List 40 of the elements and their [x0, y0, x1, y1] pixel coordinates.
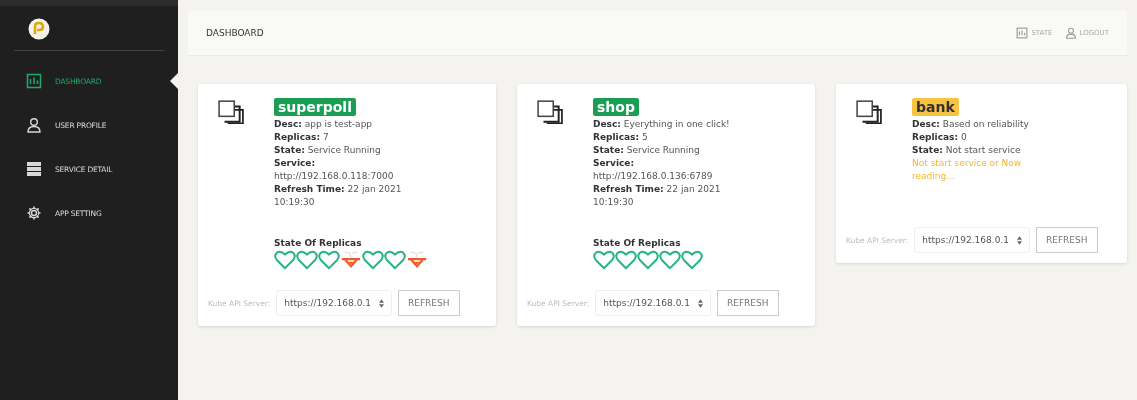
field-text: Desc: app is test-app: [274, 118, 373, 131]
sort-arrows-icon: [697, 298, 703, 308]
server-select[interactable]: https://192.168.0.1: [595, 290, 711, 316]
stack-icon: [856, 100, 882, 124]
service-name-badge: shop: [593, 98, 639, 116]
service-name-badge: bank: [912, 98, 959, 116]
stack-icon: [218, 100, 244, 124]
stack-icon: [537, 100, 563, 124]
service-name-badge: superpoll: [274, 98, 356, 116]
user-icon: [26, 117, 42, 133]
replicas-heading: State Of Replicas: [593, 238, 681, 248]
refresh-button[interactable]: REFRESH: [716, 290, 779, 316]
field-text: Refresh Time: 22 jan 2021 10:19:30: [274, 183, 403, 209]
refresh-button[interactable]: REFRESH: [1035, 227, 1098, 253]
field-text: Service: http://192.168.0.136:6789: [593, 157, 714, 183]
selection-pointer: [170, 73, 178, 89]
field-text: Refresh Time: 22 jan 2021 10:19:30: [593, 183, 722, 209]
logo-icon: [28, 18, 50, 40]
page-title: DASHBOARD: [206, 28, 264, 38]
field-text: Service: http://192.168.0.118:7000: [274, 157, 395, 183]
list-icon: [26, 161, 42, 177]
status-note: Not start service or Now reading...: [912, 157, 1023, 183]
replicas-heading: State Of Replicas: [274, 238, 362, 248]
sort-arrows-icon: [1016, 235, 1022, 245]
field-text: Desc: Eyerything in one click!: [593, 118, 730, 131]
chart-icon: [26, 73, 42, 89]
field-text: State: Service Running: [274, 144, 381, 157]
field-text: State: Not start service: [912, 144, 1021, 157]
field-text: Replicas: 7: [274, 131, 329, 144]
chart-icon: [1016, 27, 1029, 39]
sort-arrows-icon: [378, 298, 384, 308]
server-select[interactable]: https://192.168.0.1: [276, 290, 392, 316]
settings-icon: [26, 205, 42, 221]
user-icon: [1064, 27, 1077, 39]
field-text: State: Service Running: [593, 144, 700, 157]
refresh-button[interactable]: REFRESH: [397, 290, 460, 316]
field-text: Replicas: 5: [593, 131, 648, 144]
field-text: Replicas: 0: [912, 131, 967, 144]
field-text: Desc: Based on reliability: [912, 118, 1029, 131]
server-select[interactable]: https://192.168.0.1: [914, 227, 1030, 253]
